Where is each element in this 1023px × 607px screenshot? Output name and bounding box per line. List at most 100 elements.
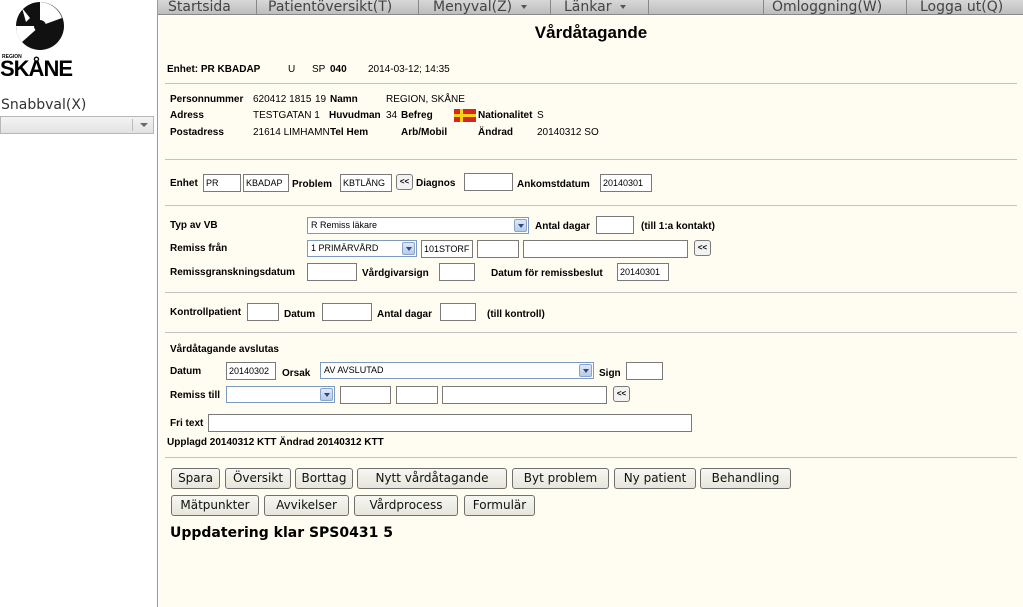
diagnos-label: Diagnos <box>416 178 456 189</box>
remiss-fran-select[interactable]: 1 PRIMÄRVÅRD <box>307 240 417 257</box>
chevron-down-icon <box>320 388 333 401</box>
snabbval-select[interactable] <box>0 116 154 134</box>
remiss-till-lookup-button[interactable]: << <box>613 386 630 402</box>
chevron-down-icon <box>514 219 527 232</box>
ny-patient-button[interactable]: Ny patient <box>614 468 696 489</box>
select-separator <box>132 119 133 131</box>
chevron-down-icon <box>402 242 415 255</box>
enhet-line-u: U <box>288 64 296 75</box>
formular-button[interactable]: Formulär <box>464 495 535 516</box>
sign-label: Sign <box>599 368 621 379</box>
fritext-label: Fri text <box>170 418 204 429</box>
remiss-fran-value: 1 PRIMÄRVÅRD <box>311 243 379 253</box>
kontroll-antal-dagar-field[interactable] <box>440 303 476 321</box>
remiss-till-field-1[interactable] <box>340 386 391 404</box>
remiss-fran-label: Remiss från <box>170 243 228 254</box>
menu-startsida[interactable]: Startsida <box>168 0 231 15</box>
menu-patientoversikt[interactable]: Patientöversikt(T) <box>268 0 392 15</box>
status-message: Uppdatering klar SPS0431 5 <box>170 525 393 541</box>
remissgranskningsdatum-field[interactable] <box>307 263 357 281</box>
behandling-button[interactable]: Behandling <box>700 468 791 489</box>
kontrollpatient-label: Kontrollpatient <box>170 307 242 318</box>
remiss-till-field-3[interactable] <box>442 386 607 404</box>
byt-problem-button[interactable]: Byt problem <box>512 468 609 489</box>
arbmobil-label: Arb/Mobil <box>401 127 448 138</box>
main-form: Vårdåtagande Enhet: PR KBADAP U SP 040 2… <box>159 16 1023 607</box>
nytt-vardatagande-button[interactable]: Nytt vårdåtagande <box>357 468 507 489</box>
divider <box>165 292 1017 293</box>
orsak-label: Orsak <box>282 368 311 379</box>
left-panel: REGION SKÅNE Snabbval(X) <box>0 0 158 607</box>
enhet-line-label: Enhet: PR KBADAP <box>167 64 261 75</box>
telhem-label: Tel Hem <box>330 127 369 138</box>
typ-av-vb-value: R Remiss läkare <box>311 220 378 230</box>
menu-divider <box>256 0 257 15</box>
enhet-line-datetime: 2014-03-12; 14:35 <box>368 64 450 75</box>
kontroll-antal-dagar-label: Antal dagar <box>377 309 433 320</box>
menu-divider <box>906 0 907 15</box>
till-kontroll-text: (till kontroll) <box>487 309 545 320</box>
datum-for-remissbeslut-field[interactable]: 20140301 <box>617 263 669 281</box>
avslutas-heading: Vårdåtagande avslutas <box>170 344 279 355</box>
spara-button[interactable]: Spara <box>171 468 220 489</box>
antal-dagar-field[interactable] <box>596 216 634 234</box>
upplagd-andrad-text: Upplagd 20140312 KTT Ändrad 20140312 KTT <box>167 437 384 448</box>
huvudman-value: 34 <box>386 110 398 121</box>
namn-value: REGION, SKÅNE <box>386 94 465 105</box>
chevron-down-icon <box>521 5 528 9</box>
huvudman-label: Huvudman <box>329 110 381 121</box>
typ-av-vb-select[interactable]: R Remiss läkare <box>307 217 529 234</box>
remiss-till-select[interactable] <box>226 386 335 403</box>
divider <box>165 205 1017 206</box>
remiss-fran-code-field[interactable]: 101STORF <box>421 240 473 258</box>
remiss-fran-field-2[interactable] <box>477 240 519 258</box>
vardgivarsign-field[interactable] <box>439 263 475 281</box>
problem-lookup-button[interactable]: << <box>396 174 413 190</box>
matpunkter-button[interactable]: Mätpunkter <box>171 495 259 516</box>
enhet-field-2[interactable]: KBADAP <box>243 174 289 192</box>
remiss-fran-field-3[interactable] <box>523 240 688 258</box>
datum-for-remissbeslut-label: Datum för remissbeslut <box>491 268 603 279</box>
remissgranskningsdatum-label: Remissgranskningsdatum <box>170 267 296 278</box>
adress-value: TESTGATAN 1 <box>253 110 320 121</box>
chevron-down-icon <box>579 364 592 377</box>
menu-lankar[interactable]: Länkar <box>564 0 627 15</box>
divider <box>165 83 1017 84</box>
diagnos-field[interactable] <box>464 173 513 191</box>
orsak-value: AV AVSLUTAD <box>324 365 384 375</box>
postadress-value: 21614 LIMHAMN <box>253 127 330 138</box>
menu-divider <box>763 0 764 15</box>
fritext-field[interactable] <box>208 414 692 432</box>
avvikelser-button[interactable]: Avvikelser <box>264 495 349 516</box>
avslut-datum-field[interactable]: 20140302 <box>226 362 276 380</box>
menu-logga-ut[interactable]: Logga ut(Q) <box>920 0 1003 15</box>
menu-menyval[interactable]: Menyval(Z) <box>433 0 528 15</box>
danish-flag-icon <box>454 109 476 122</box>
remiss-till-field-2[interactable] <box>396 386 438 404</box>
problem-field[interactable]: KBTLÅNG <box>340 174 392 192</box>
menu-divider <box>550 0 551 15</box>
enhet-line-sp-value: 040 <box>330 64 347 75</box>
andrad-value: 20140312 SO <box>537 127 599 138</box>
orsak-select[interactable]: AV AVSLUTAD <box>320 362 594 379</box>
oversikt-button[interactable]: Översikt <box>225 468 291 489</box>
menu-omloggning[interactable]: Omloggning(W) <box>772 0 882 15</box>
remiss-fran-lookup-button[interactable]: << <box>694 240 711 256</box>
postadress-label: Postadress <box>170 127 224 138</box>
sign-field[interactable] <box>626 362 663 380</box>
borttag-button[interactable]: Borttag <box>295 468 353 489</box>
menu-divider <box>648 0 649 15</box>
kontroll-datum-label: Datum <box>284 309 316 320</box>
avslut-datum-label: Datum <box>170 366 202 377</box>
remiss-till-label: Remiss till <box>170 390 221 401</box>
ankomstdatum-field[interactable]: 20140301 <box>600 174 652 192</box>
nationalitet-value: S <box>537 110 544 121</box>
namn-label: Namn <box>330 94 358 105</box>
kontrollpatient-field[interactable] <box>247 303 279 321</box>
snabbval-label: Snabbval(X) <box>1 97 87 113</box>
nationalitet-label: Nationalitet <box>478 110 533 121</box>
enhet-field-1[interactable]: PR <box>203 174 241 192</box>
logo-name-text: SKÅNE <box>0 56 73 81</box>
vardprocess-button[interactable]: Vårdprocess <box>354 495 458 516</box>
kontroll-datum-field[interactable] <box>322 303 372 321</box>
